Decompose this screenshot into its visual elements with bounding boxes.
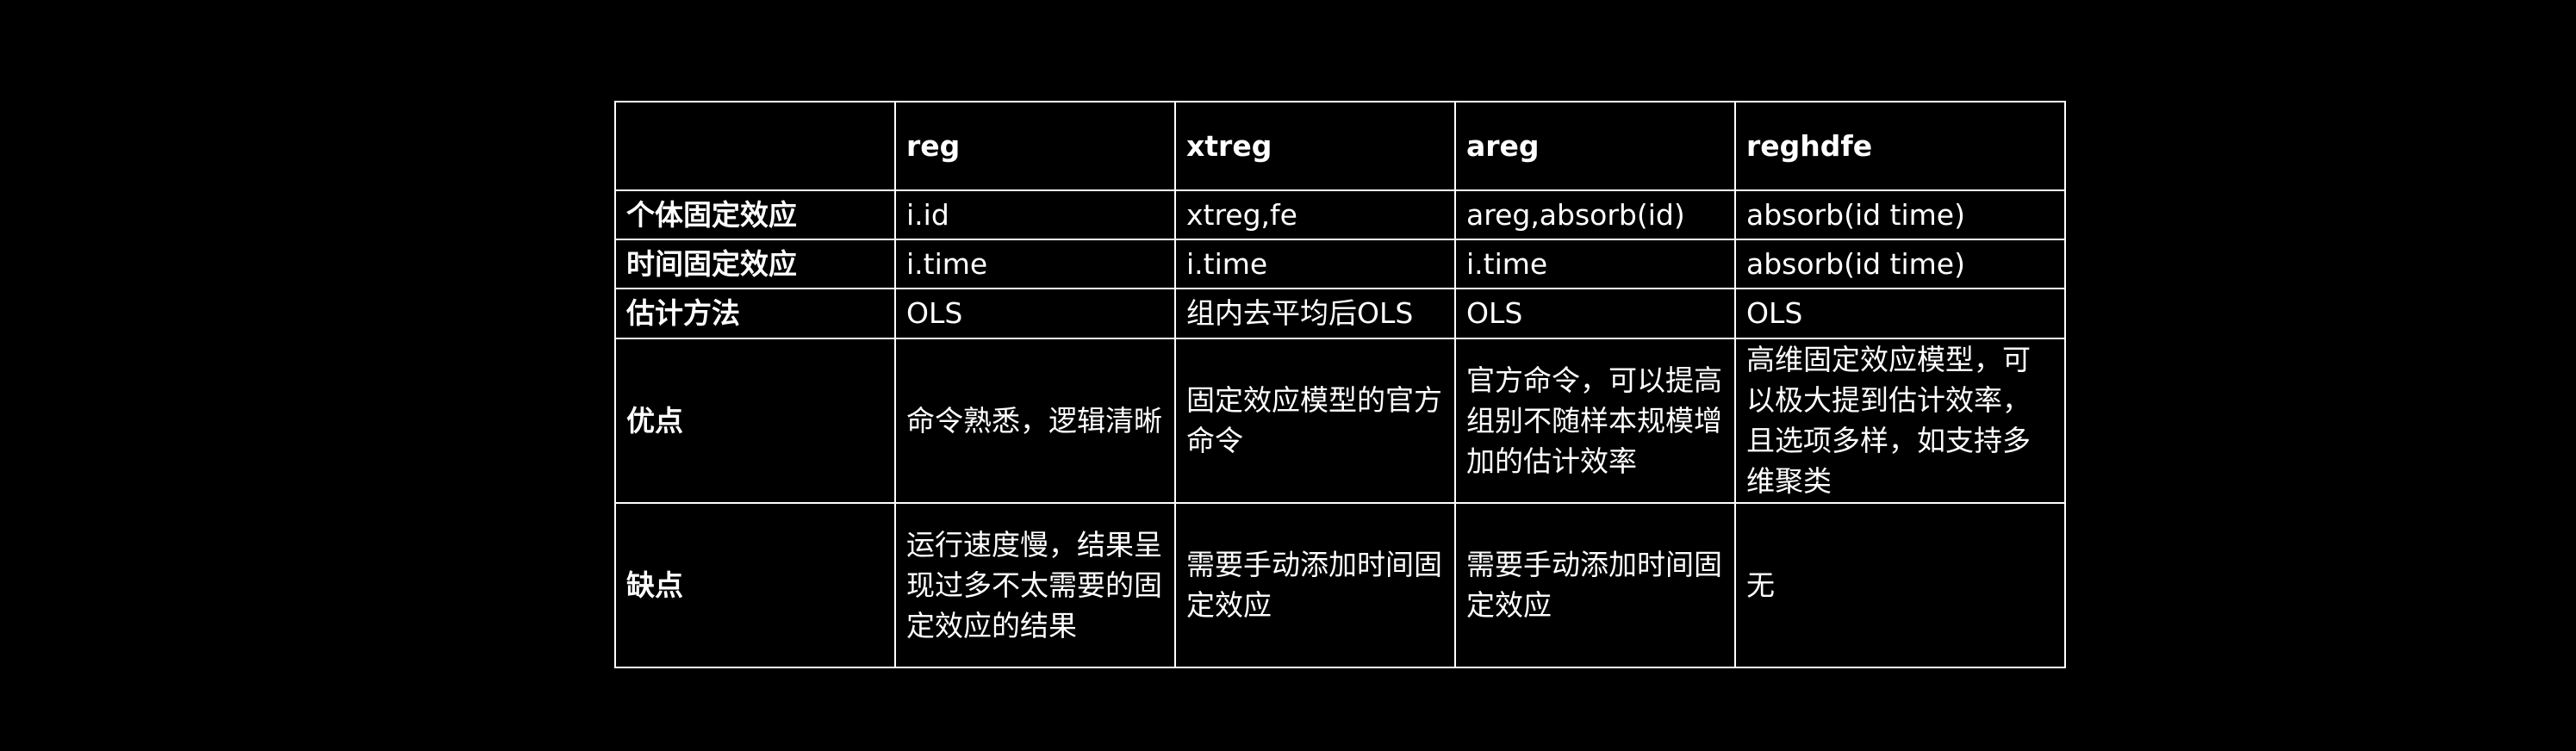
comparison-table: reg xtreg areg reghdfe 个体固定效应 i.id xtreg… [614, 101, 2066, 669]
table-row: 缺点 运行速度慢，结果呈现过多不太需要的固定效应的结果 需要手动添加时间固定效应… [614, 501, 2066, 669]
table-cell: OLS [894, 288, 1176, 339]
table-cell: i.time [894, 238, 1176, 290]
table-cell: xtreg,fe [1174, 189, 1456, 240]
table-cell: 固定效应模型的官方命令 [1174, 337, 1456, 504]
table-cell: 无 [1734, 501, 2066, 669]
table-cell: 需要手动添加时间固定效应 [1454, 501, 1736, 669]
table-cell: 高维固定效应模型，可以极大提到估计效率，且选项多样，如支持多维聚类 [1734, 337, 2066, 504]
row-label: 缺点 [614, 501, 896, 669]
table-cell: 需要手动添加时间固定效应 [1174, 501, 1456, 669]
header-cell-empty [614, 101, 896, 191]
table-header-row: reg xtreg areg reghdfe [614, 101, 2066, 191]
table-cell: areg,absorb(id) [1454, 189, 1736, 240]
row-label: 时间固定效应 [614, 238, 896, 290]
header-cell-areg: areg [1454, 101, 1736, 191]
table-cell: OLS [1454, 288, 1736, 339]
header-cell-reghdfe: reghdfe [1734, 101, 2066, 191]
table-cell: i.time [1174, 238, 1456, 290]
table-row: 优点 命令熟悉，逻辑清晰 固定效应模型的官方命令 官方命令，可以提高组别不随样本… [614, 337, 2066, 504]
table-cell: 命令熟悉，逻辑清晰 [894, 337, 1176, 504]
table-cell: i.id [894, 189, 1176, 240]
table-cell: 运行速度慢，结果呈现过多不太需要的固定效应的结果 [894, 501, 1176, 669]
table-row: 估计方法 OLS 组内去平均后OLS OLS OLS [614, 288, 2066, 339]
header-cell-reg: reg [894, 101, 1176, 191]
row-label: 优点 [614, 337, 896, 504]
table-cell: OLS [1734, 288, 2066, 339]
table-cell: 官方命令，可以提高组别不随样本规模增加的估计效率 [1454, 337, 1736, 504]
table-row: 时间固定效应 i.time i.time i.time absorb(id ti… [614, 238, 2066, 290]
table-cell: 组内去平均后OLS [1174, 288, 1456, 339]
table-cell: absorb(id time) [1734, 189, 2066, 240]
header-cell-xtreg: xtreg [1174, 101, 1456, 191]
row-label: 个体固定效应 [614, 189, 896, 240]
row-label: 估计方法 [614, 288, 896, 339]
table-row: 个体固定效应 i.id xtreg,fe areg,absorb(id) abs… [614, 189, 2066, 240]
table-cell: absorb(id time) [1734, 238, 2066, 290]
table-cell: i.time [1454, 238, 1736, 290]
